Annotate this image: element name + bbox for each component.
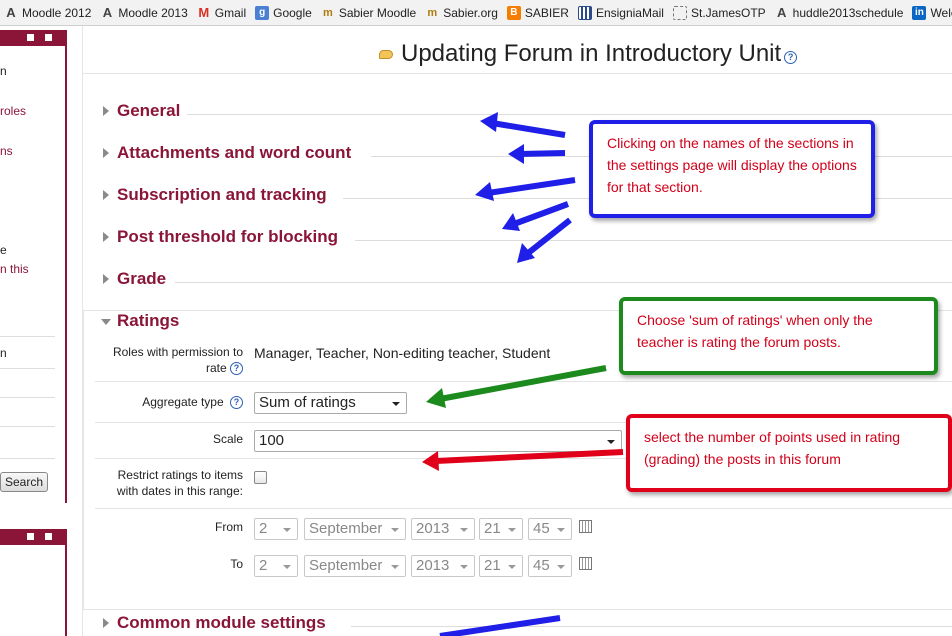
red-arrow [422, 449, 624, 471]
blue-arrow [508, 144, 566, 164]
green-arrow [426, 365, 607, 408]
annotation-arrows [422, 112, 624, 636]
blue-arrow [480, 112, 566, 138]
blue-arrow [439, 615, 561, 636]
screenshot: A Moodle 2012 A Moodle 2013 M Gmail g Google… [0, 0, 952, 636]
blue-arrow [475, 177, 576, 201]
blue-arrow [517, 217, 572, 263]
